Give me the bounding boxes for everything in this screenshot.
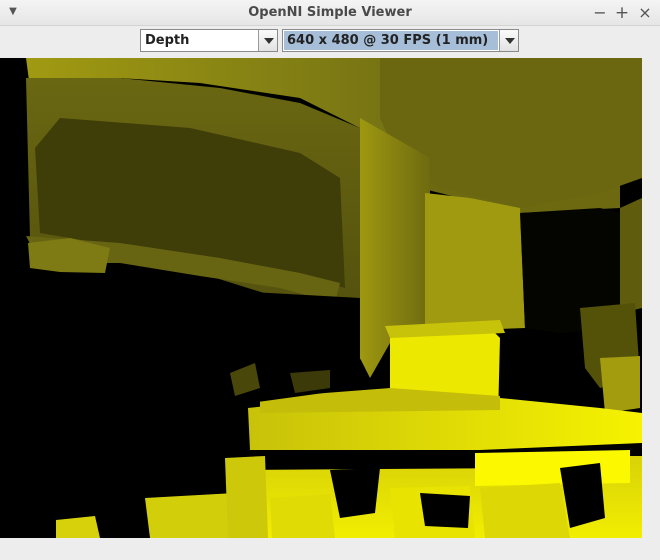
status-strip [0, 538, 660, 560]
stream-select[interactable]: Depth [140, 29, 278, 52]
minimize-icon[interactable]: − [590, 3, 610, 23]
video-mode-select-value: 640 x 480 @ 30 FPS (1 mm) [284, 31, 498, 50]
window-title: OpenNI Simple Viewer [248, 5, 412, 20]
stream-select-value: Depth [145, 33, 190, 48]
depth-image [0, 58, 642, 538]
depth-view [0, 58, 642, 538]
close-icon[interactable]: × [635, 3, 655, 23]
maximize-icon[interactable]: + [612, 3, 632, 23]
title-bar[interactable]: ▼ OpenNI Simple Viewer − + × [0, 0, 660, 26]
toolbar: Depth 640 x 480 @ 30 FPS (1 mm) [0, 26, 660, 58]
chevron-down-icon[interactable] [258, 30, 277, 51]
app-window: ▼ OpenNI Simple Viewer − + × Depth 640 x… [0, 0, 660, 560]
video-mode-select[interactable]: 640 x 480 @ 30 FPS (1 mm) [282, 29, 519, 52]
chevron-down-icon[interactable] [499, 30, 518, 51]
